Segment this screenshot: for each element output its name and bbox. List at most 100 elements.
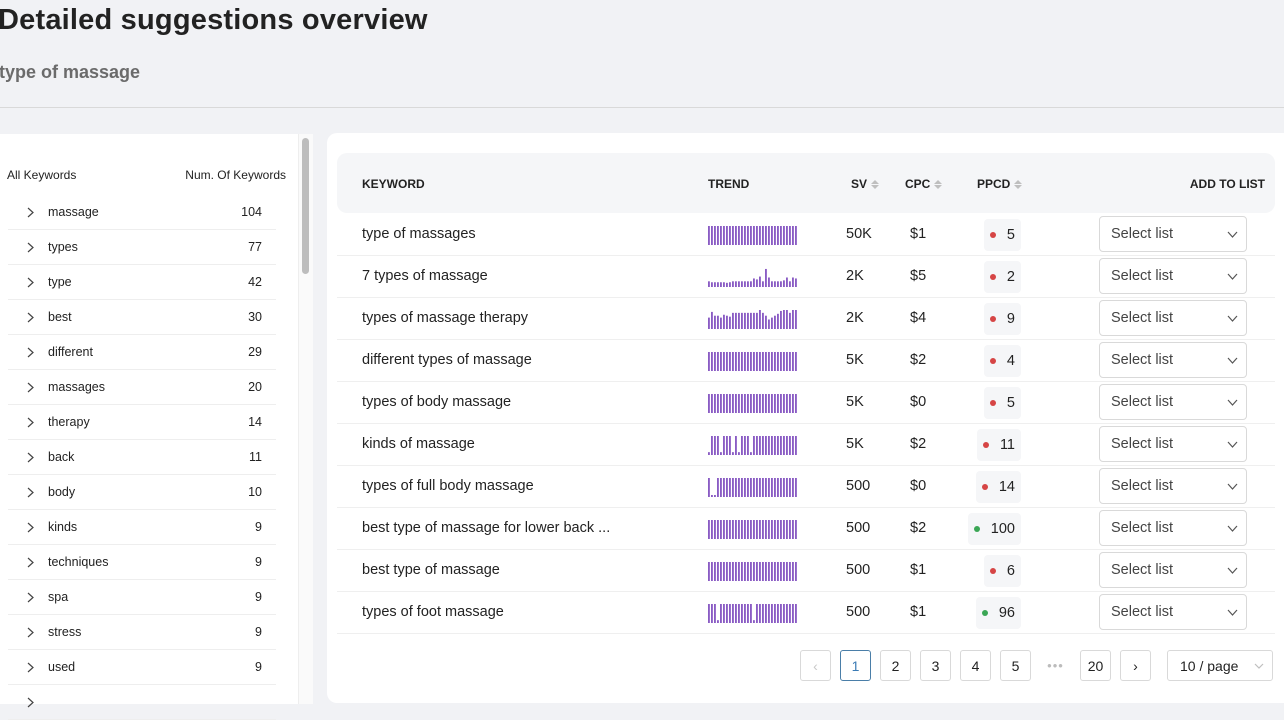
chevron-right-icon[interactable] — [24, 486, 36, 498]
trend-bar — [756, 352, 758, 371]
keyword-group-item[interactable]: types 77 — [8, 230, 276, 265]
page-button[interactable]: 3 — [920, 650, 951, 681]
keyword-group-item[interactable]: kinds 9 — [8, 510, 276, 545]
trend-bar — [744, 352, 746, 371]
chevron-right-icon[interactable] — [24, 451, 36, 463]
chevron-right-icon[interactable] — [24, 276, 36, 288]
trend-bar — [768, 319, 770, 329]
keyword-group-item[interactable]: used 9 — [8, 650, 276, 685]
keyword-group-item[interactable]: body 10 — [8, 475, 276, 510]
page-button[interactable]: 1 — [840, 650, 871, 681]
prev-page-button[interactable]: ‹ — [800, 650, 831, 681]
ppcd-status-dot — [989, 568, 996, 574]
trend-bar — [714, 562, 716, 581]
table-row: 7 types of massage 2K $5 2 Select list — [337, 256, 1275, 298]
chevron-right-icon[interactable] — [24, 626, 36, 638]
chevron-right-icon[interactable] — [24, 416, 36, 428]
ppcd-badge: 2 — [983, 261, 1021, 293]
select-list-placeholder: Select list — [1111, 268, 1174, 284]
trend-bar — [747, 562, 749, 581]
select-list-dropdown[interactable]: Select list — [1099, 342, 1247, 378]
trend-bar — [777, 520, 779, 539]
chevron-right-icon[interactable] — [24, 591, 36, 603]
trend-bar — [732, 281, 734, 287]
table-row: types of foot massage 500 $1 96 Select list — [337, 592, 1275, 634]
keyword-cell: best type of massage for lower back ... — [362, 520, 611, 536]
table-row: different types of massage 5K $2 4 Select li… — [337, 340, 1275, 382]
trend-bar — [768, 562, 770, 581]
sort-icon[interactable] — [871, 179, 880, 189]
chevron-right-icon[interactable] — [24, 521, 36, 533]
trend-bar — [765, 520, 767, 539]
keyword-group-item[interactable]: techniques 9 — [8, 545, 276, 580]
table-header: KEYWORD TREND SV CPC PPCD ADD TO LIST — [337, 153, 1275, 213]
page-number: 2 — [891, 657, 900, 674]
trend-bar — [714, 394, 716, 413]
sort-icon[interactable] — [1014, 179, 1023, 189]
chevron-right-icon[interactable] — [24, 346, 36, 358]
keyword-group-item[interactable]: stress 9 — [8, 615, 276, 650]
trend-bar — [762, 312, 764, 329]
trend-bar — [771, 478, 773, 497]
col-cpc[interactable]: CPC — [905, 177, 943, 191]
chevron-right-icon[interactable] — [24, 381, 36, 393]
chevron-right-icon[interactable] — [24, 206, 36, 218]
keyword-group-item[interactable]: spa 9 — [8, 580, 276, 615]
trend-bar — [708, 317, 710, 329]
select-list-dropdown[interactable]: Select list — [1099, 552, 1247, 588]
chevron-right-icon[interactable] — [24, 556, 36, 568]
trend-bar — [786, 436, 788, 455]
sort-icon[interactable] — [934, 179, 943, 189]
col-ppcd[interactable]: PPCD — [977, 177, 1023, 191]
keyword-group-item[interactable]: therapy 14 — [8, 405, 276, 440]
select-list-dropdown[interactable]: Select list — [1099, 384, 1247, 420]
keyword-group-item[interactable]: massage 104 — [8, 195, 276, 230]
trend-bar — [756, 478, 758, 497]
select-list-dropdown[interactable]: Select list — [1099, 300, 1247, 336]
chevron-right-icon[interactable] — [24, 661, 36, 673]
page-button[interactable]: 5 — [1000, 650, 1031, 681]
page-button[interactable]: 4 — [960, 650, 991, 681]
trend-bar — [738, 281, 740, 287]
select-list-dropdown[interactable]: Select list — [1099, 468, 1247, 504]
select-list-dropdown[interactable]: Select list — [1099, 216, 1247, 252]
trend-bar — [717, 352, 719, 371]
trend-bar — [765, 352, 767, 371]
keyword-group-item[interactable]: back 11 — [8, 440, 276, 475]
select-list-dropdown[interactable]: Select list — [1099, 426, 1247, 462]
pagination-ellipsis[interactable]: ••• — [1040, 658, 1071, 673]
scrollbar-thumb[interactable] — [302, 138, 309, 274]
page-button[interactable]: 2 — [880, 650, 911, 681]
col-sv[interactable]: SV — [851, 177, 880, 191]
trend-bar — [768, 520, 770, 539]
select-list-dropdown[interactable]: Select list — [1099, 594, 1247, 630]
chevron-down-icon — [1227, 609, 1238, 616]
keyword-group-item[interactable]: massages 20 — [8, 370, 276, 405]
trend-bar — [726, 520, 728, 539]
select-list-placeholder: Select list — [1111, 310, 1174, 326]
ppcd-status-dot — [989, 400, 996, 406]
trend-bar — [711, 520, 713, 539]
keyword-group-item[interactable]: different 29 — [8, 335, 276, 370]
keyword-group-item[interactable]: best 30 — [8, 300, 276, 335]
ppcd-value: 9 — [1006, 311, 1015, 327]
trend-bar — [774, 604, 776, 623]
keyword-group-item[interactable]: type 42 — [8, 265, 276, 300]
trend-bar — [720, 282, 722, 287]
keyword-group-item[interactable] — [8, 685, 276, 720]
chevron-right-icon[interactable] — [24, 241, 36, 253]
trend-bar — [726, 282, 728, 287]
page-size-select[interactable]: 10 / page — [1167, 650, 1273, 681]
keyword-group-count: 14 — [248, 415, 262, 429]
chevron-right-icon[interactable] — [24, 311, 36, 323]
select-list-dropdown[interactable]: Select list — [1099, 510, 1247, 546]
select-list-dropdown[interactable]: Select list — [1099, 258, 1247, 294]
select-list-placeholder: Select list — [1111, 352, 1174, 368]
all-keywords-header: All Keywords — [7, 168, 77, 182]
trend-bar — [723, 478, 725, 497]
next-page-button[interactable]: › — [1120, 650, 1151, 681]
page-button-last[interactable]: 20 — [1080, 650, 1111, 681]
sv-cell: 5K — [846, 394, 864, 410]
ppcd-badge: 11 — [976, 429, 1021, 461]
col-add-label: ADD TO LIST — [1189, 177, 1265, 191]
